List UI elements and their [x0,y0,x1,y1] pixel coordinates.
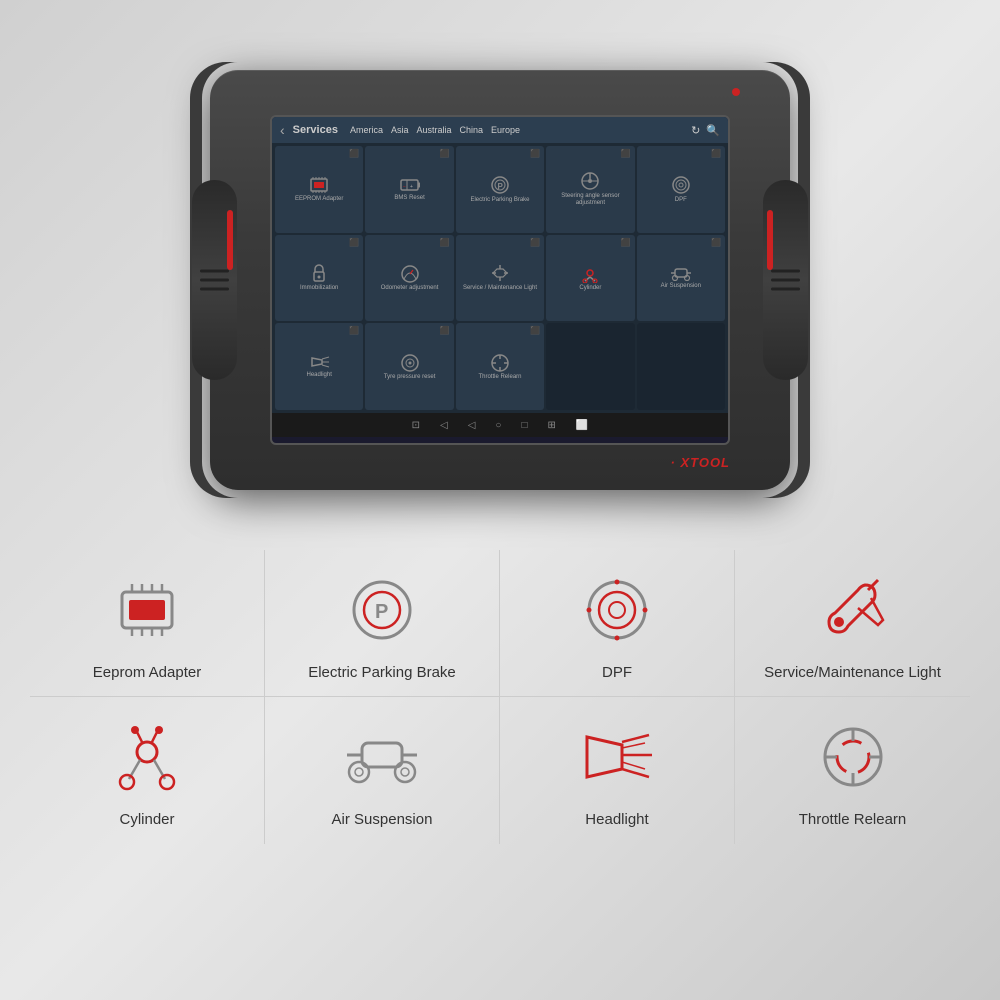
screen-header: ‹ Services America Asia Australia China … [272,117,728,143]
airsuspension-icon [342,717,422,797]
eeprom-icon [107,570,187,650]
brand-label: · XTOOL [671,455,730,470]
search-icon[interactable]: 🔍 [706,124,720,137]
grid-cell-headlight[interactable]: ⬛ Headlight [275,323,363,410]
airsuspension-label: Air Suspension [332,811,433,828]
screen-grid: ⬛ EEPROM Adapter ⬛ −+ BMS Reset ⬛ P Elec… [272,143,728,413]
grid-cell-throttle[interactable]: ⬛ Throttle Relearn [456,323,544,410]
grid-cell-bms[interactable]: ⬛ −+ BMS Reset [365,146,453,233]
grid-cell-empty1 [546,323,634,410]
feature-headlight: Headlight [500,697,735,844]
grid-cell-parking[interactable]: ⬛ P Electric Parking Brake [456,146,544,233]
tab-asia[interactable]: Asia [391,125,409,135]
dpf-icon [577,570,657,650]
parking-icon: P [342,570,422,650]
cylinder-icon [107,717,187,797]
screen-title: Services [293,124,338,136]
grid-cell-empty2 [637,323,725,410]
feature-cylinder: Cylinder [30,697,265,844]
back-button[interactable]: ‹ [280,122,285,138]
service-icon-wrap [813,570,893,650]
dpf-icon-wrap [577,570,657,650]
service-label: Service/Maintenance Light [764,664,941,681]
svg-text:P: P [497,182,503,191]
screen-tabs: America Asia Australia China Europe [350,125,520,135]
tab-china[interactable]: China [459,125,483,135]
grid-cell-airsuspension[interactable]: ⬛ Air Suspension [637,235,725,322]
device-screen: ‹ Services America Asia Australia China … [270,115,730,445]
headlight-icon [577,717,657,797]
device-body: ‹ Services America Asia Australia China … [210,70,790,490]
tab-australia[interactable]: Australia [416,125,451,135]
parking-icon-wrap: P [342,570,422,650]
nav-apps[interactable]: ⊞ [548,420,556,431]
feature-parking: P Electric Parking Brake [265,550,500,697]
svg-text:+: + [410,184,413,190]
nav-camera[interactable]: ⊡ [412,420,420,431]
throttle-label: Throttle Relearn [799,811,907,828]
throttle-icon [813,717,893,797]
nav-recent[interactable]: ⬜ [576,420,588,431]
grid-cell-service[interactable]: ⬛ Service / Maintenance Light [456,235,544,322]
service-icon [813,570,893,650]
throttle-icon-wrap [813,717,893,797]
refresh-icon[interactable]: ↻ [691,124,700,137]
nav-square[interactable]: □ [521,420,527,431]
grid-cell-eeprom[interactable]: ⬛ EEPROM Adapter [275,146,363,233]
grid-cell-dpf[interactable]: ⬛ DPF [637,146,725,233]
features-section: Eeprom Adapter P Electric Parking Brake [30,550,970,844]
headlight-label: Headlight [585,811,648,828]
tab-america[interactable]: America [350,125,383,135]
feature-service: Service/Maintenance Light [735,550,970,697]
feature-eeprom: Eeprom Adapter [30,550,265,697]
screen-icons: ↻ 🔍 [691,124,720,137]
eeprom-icon-wrap [107,570,187,650]
grid-cell-cylinder[interactable]: ⬛ Cylinder [546,235,634,322]
svg-text:P: P [375,601,388,623]
headlight-icon-wrap [577,717,657,797]
tab-europe[interactable]: Europe [491,125,520,135]
nav-home[interactable]: ◁ [440,420,448,431]
grid-cell-tpms[interactable]: ⬛ Tyre pressure reset [365,323,453,410]
eeprom-label: Eeprom Adapter [93,664,201,681]
dpf-label: DPF [602,664,632,681]
grid-cell-immob[interactable]: ⬛ Immobilization [275,235,363,322]
feature-throttle: Throttle Relearn [735,697,970,844]
feature-airsuspension: Air Suspension [265,697,500,844]
grip-left [192,180,237,380]
grid-cell-steering[interactable]: ⬛ Steering angle sensor adjustment [546,146,634,233]
svg-text:−: − [403,184,406,190]
grip-right [763,180,808,380]
feature-dpf: DPF [500,550,735,697]
cylinder-icon-wrap [107,717,187,797]
device-led [732,88,740,96]
parking-label: Electric Parking Brake [308,664,456,681]
screen-nav: ⊡ ◁ ◁ ○ □ ⊞ ⬜ [272,413,728,437]
grid-cell-odometer[interactable]: ⬛ Odometer adjustment [365,235,453,322]
cylinder-label: Cylinder [119,811,174,828]
nav-circle[interactable]: ○ [495,420,501,431]
airsuspension-icon-wrap [342,717,422,797]
device-container: ‹ Services America Asia Australia China … [190,40,810,520]
nav-back[interactable]: ◁ [468,420,476,431]
